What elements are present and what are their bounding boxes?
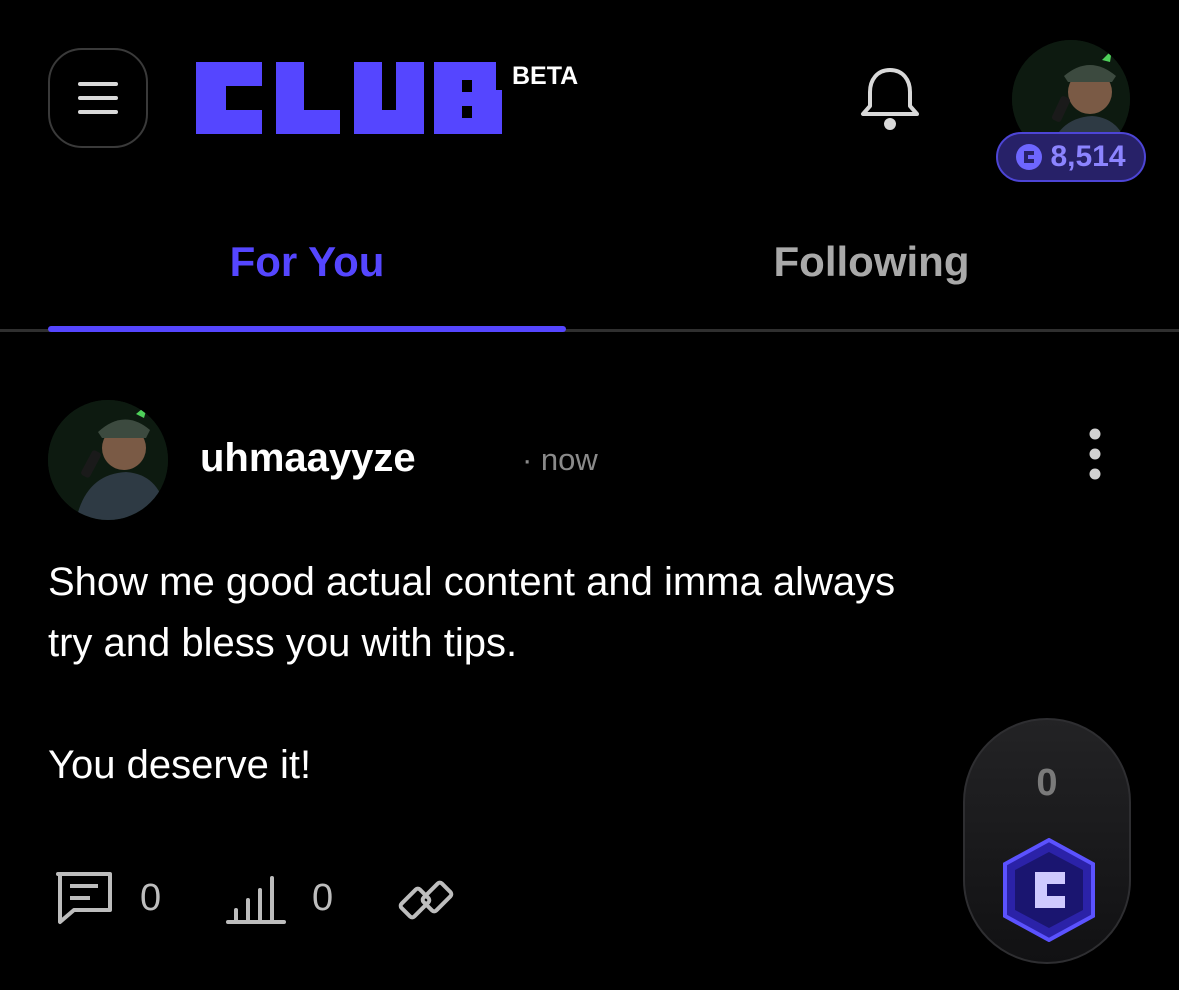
beta-label: BETA — [512, 62, 579, 90]
coin-balance: 8,514 — [1050, 140, 1126, 173]
post-username[interactable]: uhmaayyze — [200, 436, 416, 481]
comment-icon — [56, 872, 112, 924]
feed-tabs: For You Following — [0, 220, 1179, 332]
comment-count: 0 — [140, 876, 162, 919]
more-vertical-icon — [1089, 428, 1101, 480]
coin-icon — [1016, 144, 1043, 170]
bar-chart-icon — [226, 876, 286, 924]
post-options-button[interactable] — [1080, 428, 1110, 480]
coin-icon — [1001, 837, 1097, 947]
tab-following[interactable]: Following — [610, 238, 1133, 286]
tip-button[interactable]: 0 — [963, 718, 1131, 964]
post-author-avatar[interactable] — [48, 400, 168, 520]
coin-balance-badge[interactable]: 8,514 — [996, 132, 1146, 182]
tab-for-you[interactable]: For You — [48, 238, 566, 286]
post-timestamp: · now — [522, 442, 598, 477]
post-body: Show me good actual content and imma alw… — [48, 560, 896, 787]
club-logo[interactable] — [196, 62, 506, 139]
link-icon — [398, 880, 454, 920]
hamburger-menu-icon — [78, 82, 118, 114]
views-action[interactable]: 0 — [226, 870, 333, 926]
tip-count: 0 — [1036, 762, 1058, 804]
active-tab-indicator — [48, 326, 566, 332]
views-count: 0 — [312, 876, 334, 919]
menu-button[interactable] — [48, 48, 148, 148]
comment-action[interactable]: 0 — [54, 870, 161, 926]
bell-icon — [861, 68, 919, 130]
notifications-button[interactable] — [855, 66, 925, 137]
copy-link-action[interactable] — [396, 870, 456, 930]
